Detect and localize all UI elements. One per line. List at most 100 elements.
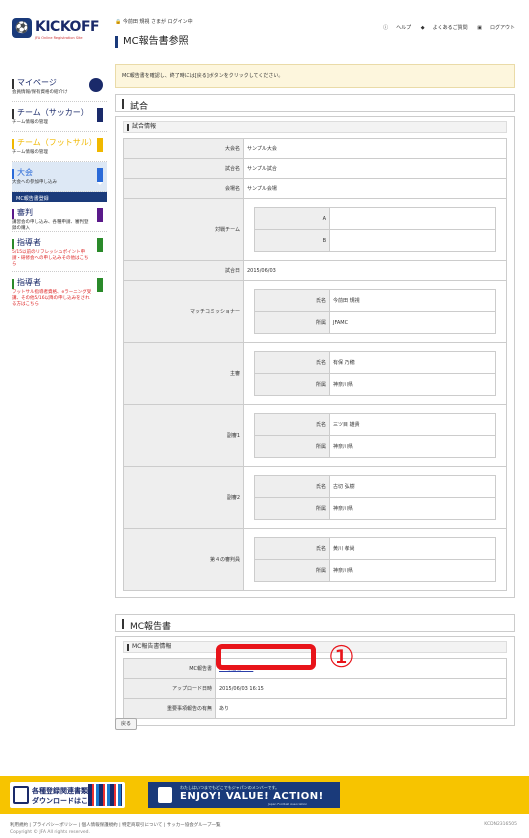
section-title: 試合 (130, 102, 149, 112)
login-status: 🔒 今前田 規視 さまが ログイン中 (115, 19, 193, 25)
ar1-affil: 神奈川県 (329, 435, 496, 458)
sidebar-item-title: マイページ (17, 78, 57, 87)
name-label: 氏名 (254, 289, 330, 312)
team-b-label: B (254, 229, 330, 252)
team-b-value (329, 229, 496, 252)
date-value: 2015/06/03 (243, 260, 507, 281)
ar2-name: 古切 弘樹 (329, 475, 496, 498)
section-header-match: 試合 (115, 94, 515, 112)
sidebar-bar (12, 79, 14, 89)
upload-date-label: アップロード日時 (123, 678, 216, 699)
affil-label: 所属 (254, 559, 330, 582)
affil-label: 所属 (254, 311, 330, 334)
faq-label: よくあるご質問 (432, 25, 468, 31)
sidebar-bar (12, 169, 14, 179)
sidebar-item-title: 指導者 (17, 238, 41, 247)
sidebar-item-team-futsal[interactable]: チーム（フットサル） チーム情報の管理 (12, 132, 107, 162)
referee-label: 主審 (123, 342, 244, 405)
sidebar-item-desc: 5/15以前のリフレッシュポイント申請・研修会への申し込みその他はこちら (12, 250, 89, 267)
section-bar (122, 619, 124, 629)
team-a-label: A (254, 207, 330, 230)
ar2-table: 氏名 古切 弘樹 所属 神奈川県 (254, 475, 496, 520)
enjoy-tiny-text: Japan Football Association (268, 802, 308, 806)
name-label: 氏名 (254, 537, 330, 560)
sidebar-item-desc: フットサル指導者資格、eラーニング受講、その他5/16以降の申し込みをされる方は… (12, 290, 92, 307)
ar1-label: 副審1 (123, 404, 244, 467)
sidebar-item-coach-futsal[interactable]: 指導者 フットサル指導者資格、eラーニング受講、その他5/16以降の申し込みをさ… (12, 272, 107, 314)
jfa-shield-icon: ⚽ (12, 18, 32, 38)
sidebar-item-referee[interactable]: 審判 講習会の申し込み、各種申請、審判登録の購入 (12, 202, 107, 232)
enjoy-slogan: ENJOY! VALUE! ACTION! (180, 791, 324, 802)
copyright: Copyright © JFA All rights reserved. (10, 830, 90, 835)
main-content: MC報告書を確認し、終了時には[戻る]ボタンをクリックしてください。 試合 試合… (115, 64, 515, 726)
upload-date-value: 2015/06/03 16:15 (215, 678, 507, 699)
teams-label: 対戦チーム (123, 198, 244, 261)
stripes-graphic (88, 784, 122, 806)
sidebar: マイページ 会員情報/保有資格の紹介け チーム（サッカー） チーム情報の管理 チ… (12, 72, 107, 314)
logo-text: KICKOFF (35, 19, 100, 35)
fourth-official-affil: 神奈川県 (329, 559, 496, 582)
match-value: サンプル試合 (243, 158, 507, 179)
sidebar-item-tournament[interactable]: 大会 大会への参加申し込み (12, 162, 107, 192)
footer-banner: 各種登録関連書類の ダウンロードはこちら わたしはいつまでもどこでもジャパンのメ… (0, 776, 529, 814)
flag-icon (97, 238, 103, 255)
logout-link[interactable]: ▣ ログアウト (477, 25, 515, 31)
serious-report-value: あり (215, 698, 507, 719)
commissioner-affil: JFAMC (329, 311, 496, 334)
section-header-report: MC報告書 (115, 614, 515, 632)
top-links: ⓘ ヘルプ ◆ よくあるご質問 ▣ ログアウト (375, 24, 515, 31)
affil-label: 所属 (254, 435, 330, 458)
name-label: 氏名 (254, 475, 330, 498)
sidebar-bar (12, 239, 14, 249)
sidebar-item-mypage[interactable]: マイページ 会員情報/保有資格の紹介け (12, 72, 107, 102)
callout-highlight (216, 644, 316, 670)
sidebar-item-desc: チーム情報の管理 (12, 120, 48, 125)
enjoy-banner[interactable]: わたしはいつまでもどこでもジャパンのメンバーです。 ENJOY! VALUE! … (148, 782, 340, 808)
ar1-table: 氏名 三ツ目 雄貴 所属 神奈川県 (254, 413, 496, 458)
flag-icon (97, 108, 103, 125)
flag-icon (97, 208, 103, 225)
sidebar-bar (12, 139, 14, 149)
documents-download-banner[interactable]: 各種登録関連書類の ダウンロードはこちら (10, 782, 125, 808)
faq-link[interactable]: ◆ よくあるご質問 (421, 25, 468, 31)
sidebar-bar (12, 109, 14, 119)
commissioner-name: 今前田 規視 (329, 289, 496, 312)
serious-report-label: 重要事項報告の有無 (123, 698, 216, 719)
sidebar-item-coach[interactable]: 指導者 5/15以前のリフレッシュポイント申請・研修会への申し込みその他はこちら (12, 232, 107, 272)
tournament-value: サンプル大会 (243, 138, 507, 159)
ar1-name: 三ツ目 雄貴 (329, 413, 496, 436)
commissioner-label: マッチコミッショナー (123, 280, 244, 343)
kickoff-logo[interactable]: ⚽ KICKOFF JFA Online Registration Site (12, 16, 102, 48)
login-status-text: 今前田 規視 さまが ログイン中 (122, 19, 193, 25)
sidebar-item-title: 大会 (17, 168, 33, 177)
help-link[interactable]: ⓘ ヘルプ (383, 25, 411, 31)
affil-label: 所属 (254, 373, 330, 396)
document-icon (13, 786, 29, 804)
report-file-label: MC報告書 (123, 658, 216, 679)
sidebar-item-title: チーム（フットサル） (17, 138, 97, 147)
flag-icon (97, 168, 103, 185)
sidebar-bar (12, 209, 14, 219)
referee-table: 氏名 有保 乃穂 所属 神奈川県 (254, 351, 496, 396)
jfa-icon (89, 78, 103, 95)
flag-icon (97, 278, 103, 295)
match-label: 試合名 (123, 158, 244, 179)
name-label: 氏名 (254, 413, 330, 436)
jfa-emblem-icon (158, 787, 172, 803)
fourth-official-table: 氏名 黄川 孝尚 所属 神奈川県 (254, 537, 496, 582)
affil-label: 所属 (254, 497, 330, 520)
referee-affil: 神奈川県 (329, 373, 496, 396)
sidebar-item-team-soccer[interactable]: チーム（サッカー） チーム情報の管理 (12, 102, 107, 132)
callout-number: ① (328, 640, 355, 675)
logo-subtitle: JFA Online Registration Site (35, 36, 83, 40)
sidebar-subitem-mc-report[interactable]: MC報告書登録 (12, 192, 107, 202)
referee-name: 有保 乃穂 (329, 351, 496, 374)
section-title: MC報告書 (130, 622, 172, 632)
footer: 利用規約 | プライバシーポリシー | 個人情報保護規約 | 特定商取引について… (0, 820, 529, 838)
back-button[interactable]: 戻る (115, 718, 137, 730)
sidebar-bar (12, 279, 14, 289)
venue-value: サンプル会場 (243, 178, 507, 199)
footer-links[interactable]: 利用規約 | プライバシーポリシー | 個人情報保護規約 | 特定商取引について… (10, 822, 221, 828)
page-title: MC報告書参照 (115, 36, 189, 48)
venue-label: 会場名 (123, 178, 244, 199)
